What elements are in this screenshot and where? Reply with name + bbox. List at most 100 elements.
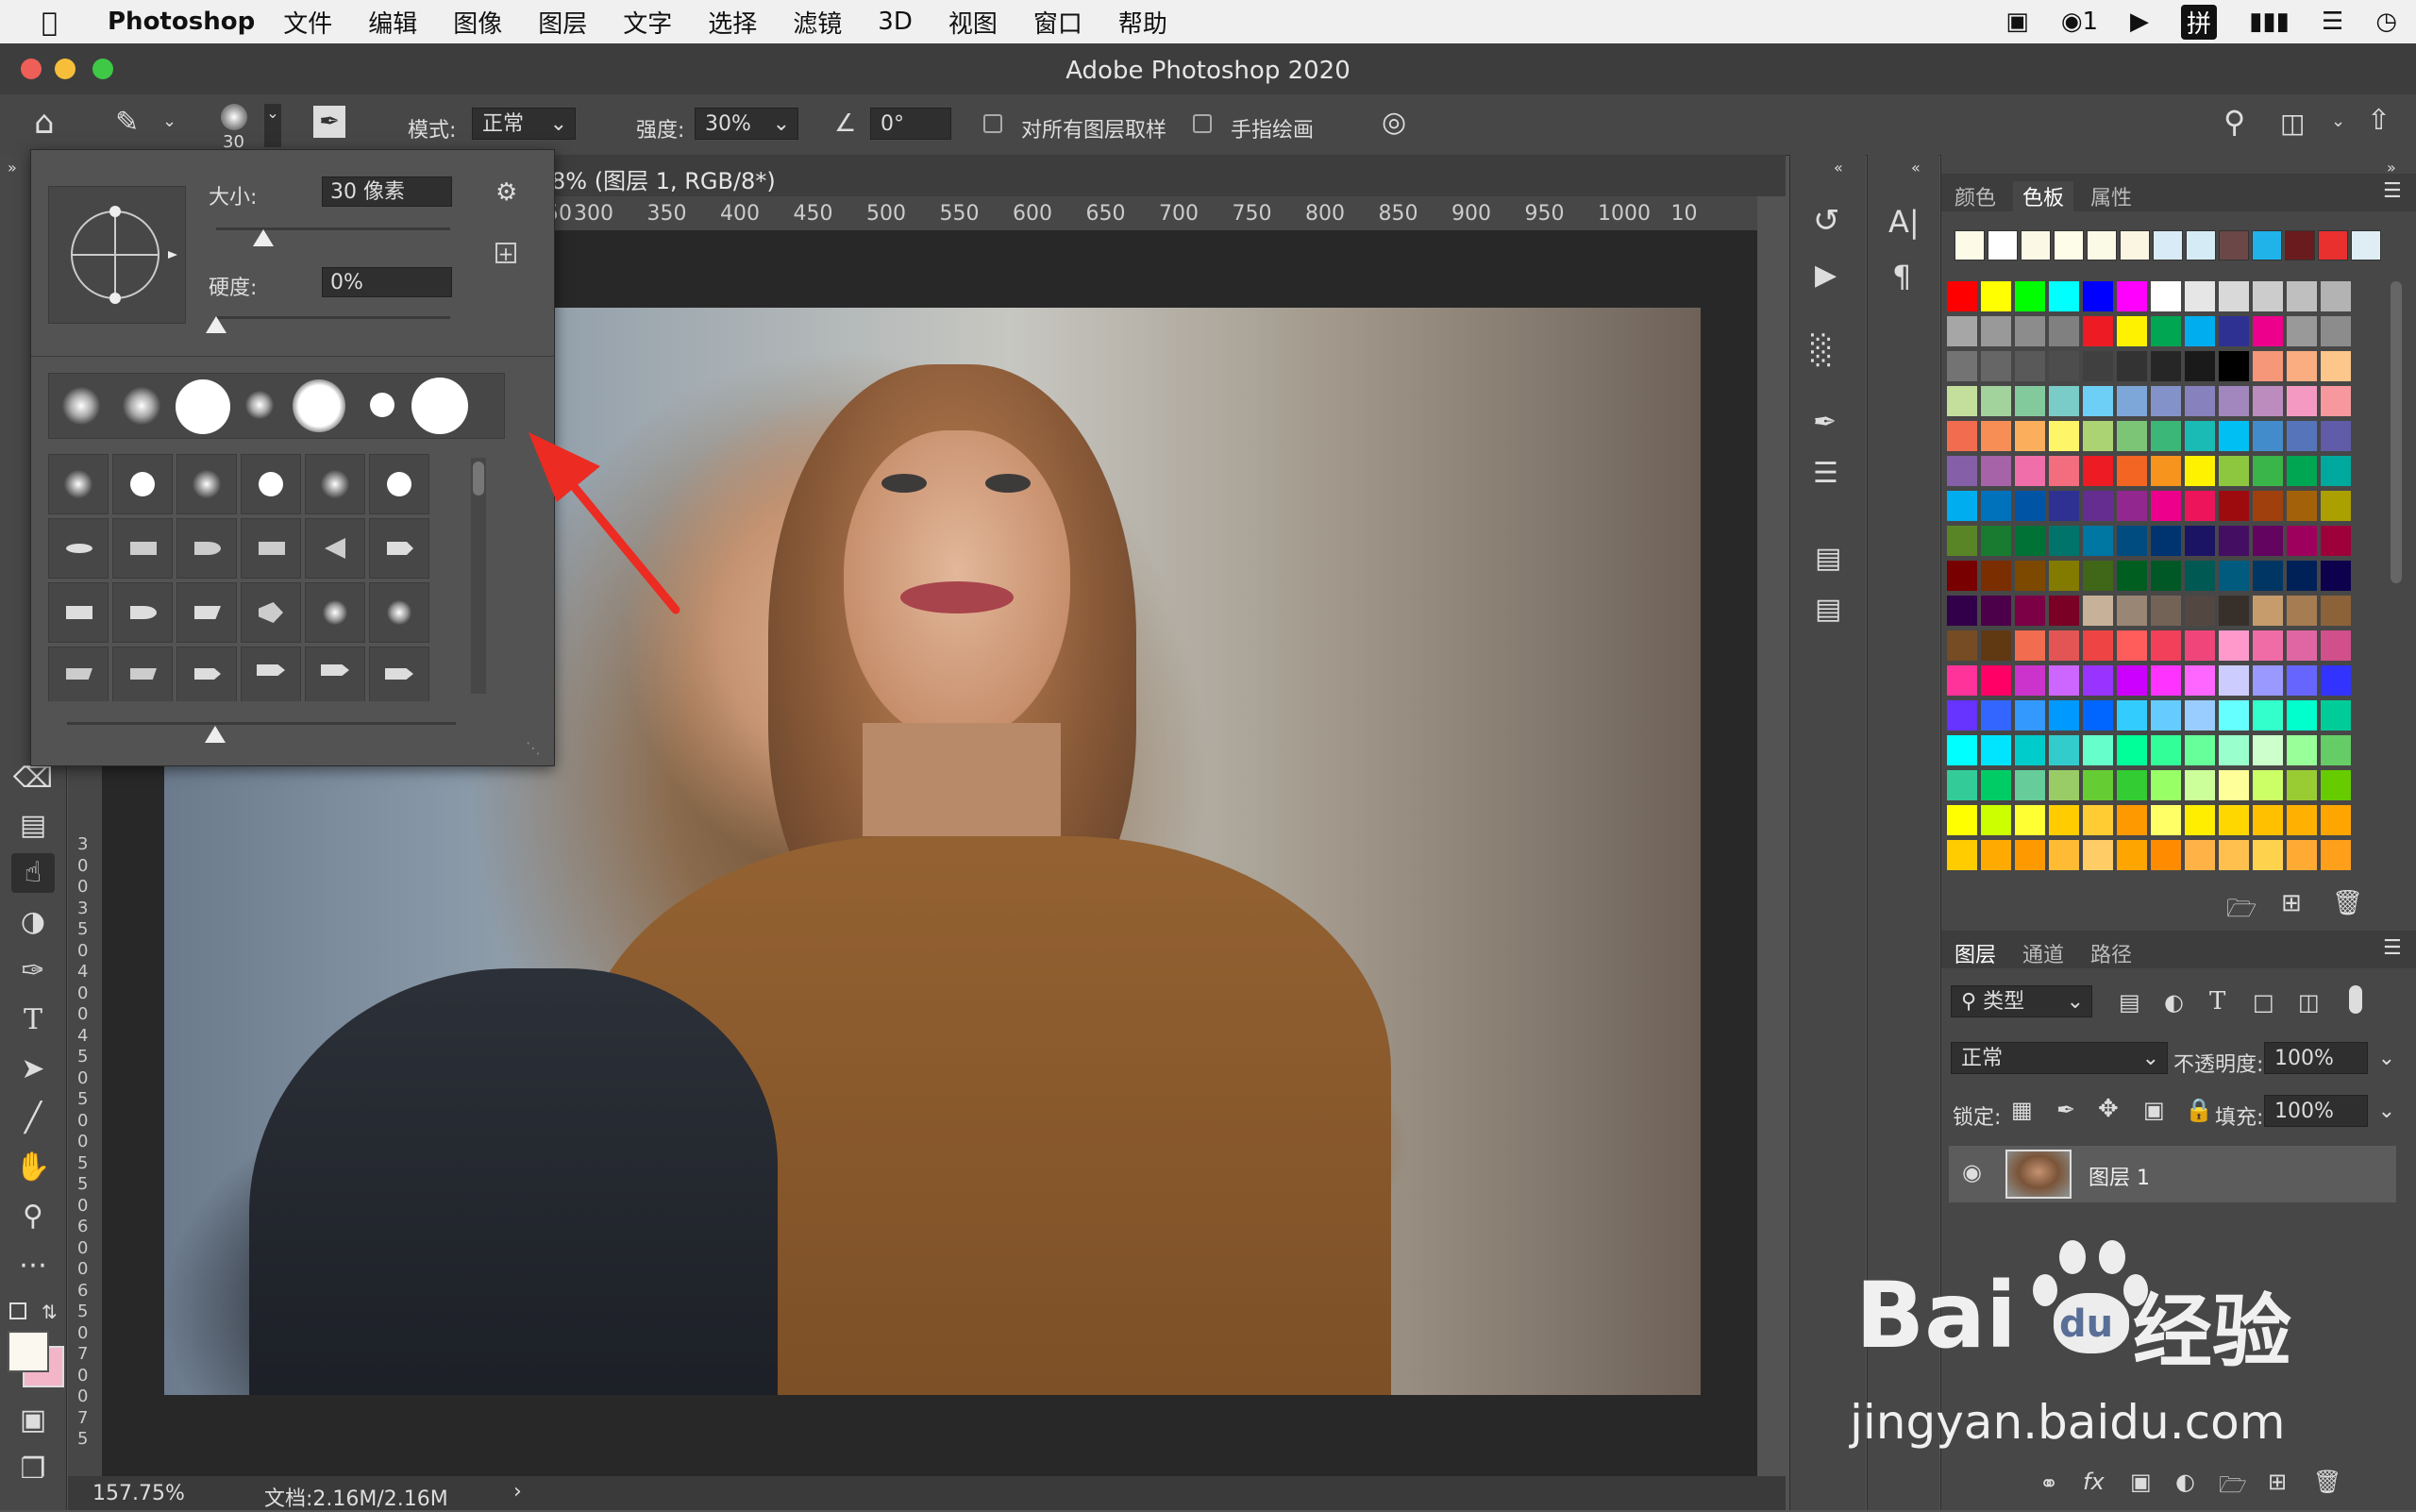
swatch[interactable] xyxy=(2117,735,2147,765)
swatch[interactable] xyxy=(2049,665,2079,696)
chevron-down-icon[interactable]: ⌄ xyxy=(2331,111,2345,131)
swap-colors-icon[interactable]: ⇅ xyxy=(42,1301,58,1323)
swatch[interactable] xyxy=(2151,316,2181,346)
swatch[interactable] xyxy=(2287,386,2317,416)
screen-mode-icon[interactable]: ❐ xyxy=(11,1450,55,1489)
swatch[interactable] xyxy=(2287,840,2317,870)
swatch[interactable] xyxy=(2049,281,2079,311)
recent-swatch[interactable] xyxy=(1955,230,1985,260)
swatch[interactable] xyxy=(2151,840,2181,870)
finger-painting-checkbox[interactable] xyxy=(1193,114,1212,133)
swatch[interactable] xyxy=(2015,456,2045,486)
swatch[interactable] xyxy=(1947,561,1977,591)
smudge-tool-preset-icon[interactable]: ✎ xyxy=(115,106,139,139)
menu-type[interactable]: 文字 xyxy=(623,5,672,40)
swatch[interactable] xyxy=(2321,526,2351,556)
recent-brush-3[interactable] xyxy=(176,379,230,434)
swatch[interactable] xyxy=(2185,491,2215,521)
document-info[interactable]: 文档:2.16M/2.16M xyxy=(264,1482,448,1512)
swatch[interactable] xyxy=(2185,456,2215,486)
brush-tip[interactable] xyxy=(112,582,173,643)
swatch[interactable] xyxy=(1947,770,1977,800)
brush-tip[interactable] xyxy=(369,454,429,514)
swatch[interactable] xyxy=(2117,281,2147,311)
swatch[interactable] xyxy=(1981,700,2011,731)
swatch[interactable] xyxy=(2219,770,2249,800)
swatch[interactable] xyxy=(2049,351,2079,381)
swatch[interactable] xyxy=(2321,735,2351,765)
swatch[interactable] xyxy=(2117,665,2147,696)
swatch[interactable] xyxy=(2015,840,2045,870)
swatch[interactable] xyxy=(2185,805,2215,835)
play-icon[interactable]: ▶ xyxy=(2130,8,2149,36)
brush-tip[interactable] xyxy=(305,647,365,701)
swatch[interactable] xyxy=(2117,316,2147,346)
brush-tip[interactable] xyxy=(112,647,173,701)
swatch[interactable] xyxy=(2287,596,2317,626)
swatch[interactable] xyxy=(1947,735,1977,765)
size-slider-thumb[interactable] xyxy=(252,229,274,246)
filter-pixel-icon[interactable]: ▤ xyxy=(2119,989,2140,1016)
swatch[interactable] xyxy=(2083,386,2113,416)
swatch[interactable] xyxy=(1981,630,2011,661)
swatch[interactable] xyxy=(2015,526,2045,556)
angle-input[interactable]: 0° xyxy=(870,108,951,140)
brush-tip[interactable] xyxy=(241,454,301,514)
folder-icon[interactable]: 🗁 xyxy=(2226,891,2257,932)
battery-icon[interactable]: ▮▮▮ xyxy=(2249,8,2290,36)
swatch[interactable] xyxy=(2287,770,2317,800)
recent-brush-6[interactable] xyxy=(370,393,394,417)
swatch[interactable] xyxy=(2151,526,2181,556)
size-input[interactable]: 30 像素 xyxy=(322,176,452,207)
brush-tip[interactable] xyxy=(176,518,237,579)
swatch[interactable] xyxy=(2151,561,2181,591)
swatch[interactable] xyxy=(2219,421,2249,451)
swatch[interactable] xyxy=(1981,805,2011,835)
layer-thumbnail[interactable] xyxy=(2005,1150,2072,1199)
swatch[interactable] xyxy=(2185,840,2215,870)
opacity-input[interactable]: 100% ⌄ xyxy=(2264,1042,2395,1074)
layer-name[interactable]: 图层 1 xyxy=(2089,1161,2150,1191)
swatch[interactable] xyxy=(2151,281,2181,311)
swatch[interactable] xyxy=(2151,386,2181,416)
hardness-input[interactable]: 0% xyxy=(322,267,452,297)
swatch[interactable] xyxy=(1981,421,2011,451)
swatch[interactable] xyxy=(2321,316,2351,346)
swatch[interactable] xyxy=(1981,770,2011,800)
brush-tip[interactable] xyxy=(241,647,301,701)
swatch[interactable] xyxy=(2083,665,2113,696)
swatch[interactable] xyxy=(2253,561,2283,591)
swatch[interactable] xyxy=(2321,456,2351,486)
lock-artboard-icon[interactable]: ▣ xyxy=(2143,1097,2165,1123)
swatch[interactable] xyxy=(2287,805,2317,835)
mode-select[interactable]: 正常 ⌄ xyxy=(472,108,576,140)
swatch[interactable] xyxy=(1947,456,1977,486)
brush-tip[interactable] xyxy=(176,454,237,514)
swatch[interactable] xyxy=(2185,316,2215,346)
swatch[interactable] xyxy=(2083,735,2113,765)
swatch[interactable] xyxy=(2117,491,2147,521)
swatch[interactable] xyxy=(2219,491,2249,521)
swatch[interactable] xyxy=(2219,735,2249,765)
swatch[interactable] xyxy=(2049,840,2079,870)
libraries-icon[interactable]: ▤ xyxy=(1815,542,1841,575)
lock-all-icon[interactable]: 🔒 xyxy=(2185,1097,2213,1123)
swatch[interactable] xyxy=(2321,386,2351,416)
swatch[interactable] xyxy=(2049,316,2079,346)
lock-pixels-icon[interactable]: ✒ xyxy=(2056,1097,2075,1123)
brush-tip[interactable] xyxy=(241,518,301,579)
swatch[interactable] xyxy=(1947,596,1977,626)
swatch[interactable] xyxy=(2287,316,2317,346)
swatch[interactable] xyxy=(2321,596,2351,626)
swatch[interactable] xyxy=(2253,735,2283,765)
control-center-icon[interactable]: ☰ xyxy=(2322,8,2343,36)
actions-play-icon[interactable]: ▶ xyxy=(1815,259,1837,292)
brush-tip[interactable] xyxy=(176,582,237,643)
eye-visibility-icon[interactable]: ◉ xyxy=(1962,1159,1982,1185)
menu-layer[interactable]: 图层 xyxy=(538,5,587,40)
swatch[interactable] xyxy=(2253,316,2283,346)
swatch[interactable] xyxy=(2015,561,2045,591)
swatch[interactable] xyxy=(2219,596,2249,626)
collapse-arrows-icon[interactable]: » xyxy=(8,159,17,176)
swatch[interactable] xyxy=(1981,351,2011,381)
